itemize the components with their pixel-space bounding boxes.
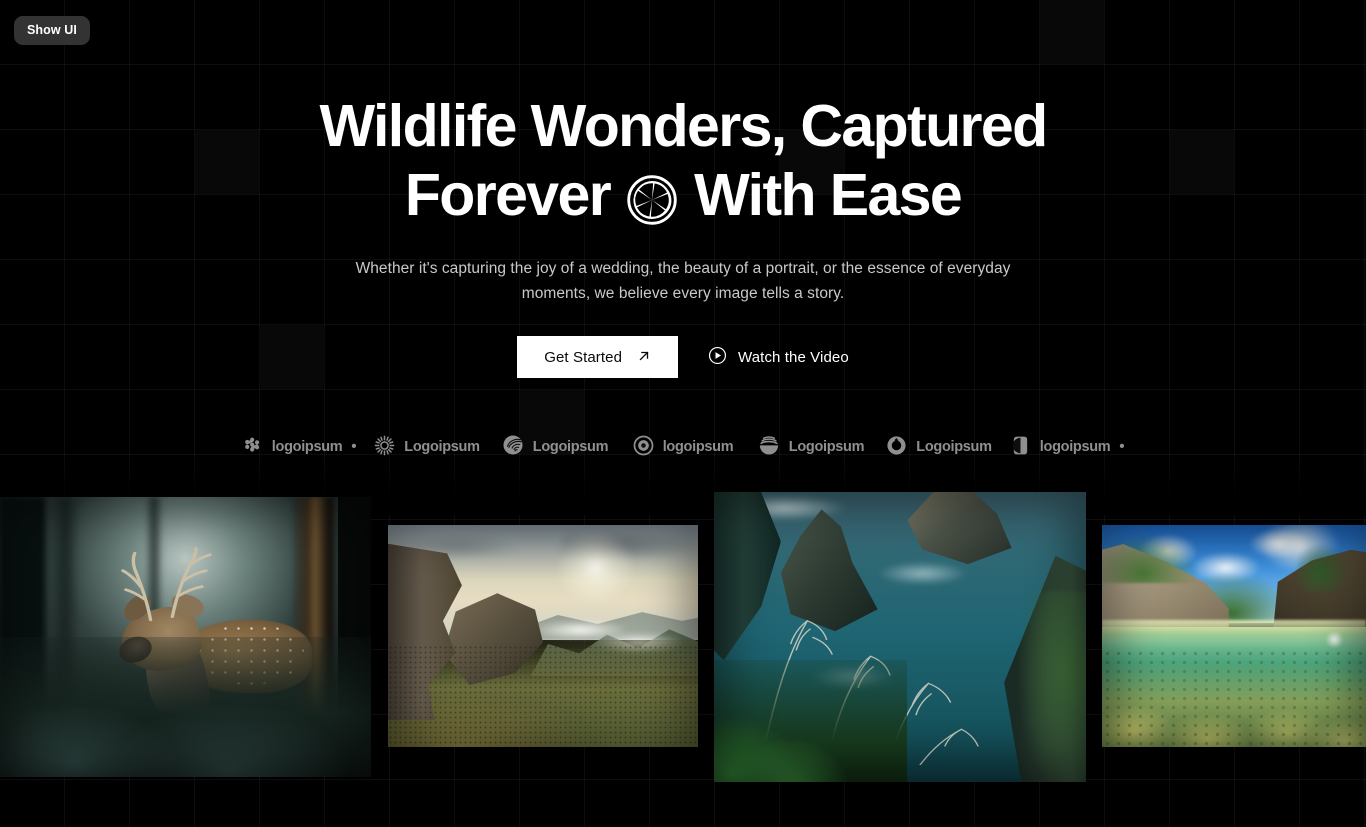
get-started-label: Get Started bbox=[544, 348, 623, 366]
headline-line-1: Wildlife Wonders, Captured bbox=[319, 93, 1048, 159]
headline-line-2-after: With Ease bbox=[694, 162, 963, 228]
ring-blob-icon bbox=[886, 435, 907, 460]
get-started-button[interactable]: Get Started bbox=[517, 336, 679, 378]
play-circle-icon bbox=[708, 346, 727, 369]
logo-label: Logoipsum bbox=[404, 439, 480, 455]
gallery-image-scene bbox=[0, 497, 371, 777]
target-circle-icon bbox=[633, 435, 654, 460]
logo-label: Logoipsum bbox=[532, 439, 609, 455]
gallery-image-reef-overunder[interactable] bbox=[1102, 525, 1366, 747]
arrow-up-right-icon bbox=[637, 349, 651, 366]
logo-label: logoipsum bbox=[1039, 439, 1111, 455]
logo-trademark: • bbox=[1119, 439, 1125, 455]
logo-item[interactable]: logoipsum • bbox=[1003, 435, 1131, 460]
gallery-image-deer-forest[interactable] bbox=[0, 497, 371, 777]
logo-item[interactable]: Logoipsum bbox=[491, 434, 619, 460]
logo-item[interactable]: Logoipsum bbox=[363, 435, 491, 460]
logo-item[interactable]: Logoipsum bbox=[747, 434, 875, 460]
half-moon-square-icon bbox=[1010, 435, 1031, 460]
logo-item[interactable]: logoipsum • bbox=[235, 435, 363, 460]
logo-label: Logoipsum bbox=[788, 439, 865, 455]
logo-item[interactable]: logoipsum bbox=[619, 435, 747, 460]
aperture-icon bbox=[626, 172, 678, 225]
gallery-image-scene bbox=[714, 492, 1086, 782]
logo-label: Logoipsum bbox=[916, 439, 992, 455]
logo-strip: logoipsum • Logoipsum Logoipsum logoipsu… bbox=[0, 434, 1366, 460]
page-title: Wildlife Wonders, Captured Forever With … bbox=[319, 92, 1048, 230]
hero-section: Wildlife Wonders, Captured Forever With … bbox=[0, 0, 1366, 460]
logo-label: logoipsum bbox=[271, 439, 343, 455]
gallery-image-sea-cove[interactable] bbox=[714, 492, 1086, 782]
headline-line-2-before: Forever bbox=[404, 162, 612, 228]
logo-trademark: • bbox=[351, 439, 357, 455]
page-root: Show UI Wildlife Wonders, Captured Forev… bbox=[0, 0, 1366, 827]
logo-label: logoipsum bbox=[662, 439, 734, 455]
hero-subtitle: Whether it's capturing the joy of a wedd… bbox=[355, 260, 1011, 302]
watch-video-label: Watch the Video bbox=[738, 348, 849, 366]
logo-item[interactable]: Logoipsum bbox=[875, 435, 1003, 460]
gallery-image-scene bbox=[1102, 525, 1366, 747]
watch-video-button[interactable]: Watch the Video bbox=[708, 346, 849, 369]
spiral-icon bbox=[502, 434, 524, 460]
headline-line-2: Forever With Ease bbox=[319, 161, 1046, 230]
show-ui-button[interactable]: Show UI bbox=[14, 16, 91, 45]
hero-cta-row: Get Started Watch the Video bbox=[517, 336, 849, 378]
wave-bowl-icon bbox=[758, 434, 780, 460]
gallery-image-mountain-valley[interactable] bbox=[388, 525, 698, 747]
sunburst-icon bbox=[374, 435, 395, 460]
dots-pattern-icon bbox=[242, 435, 263, 460]
gallery-image-scene bbox=[388, 525, 698, 747]
